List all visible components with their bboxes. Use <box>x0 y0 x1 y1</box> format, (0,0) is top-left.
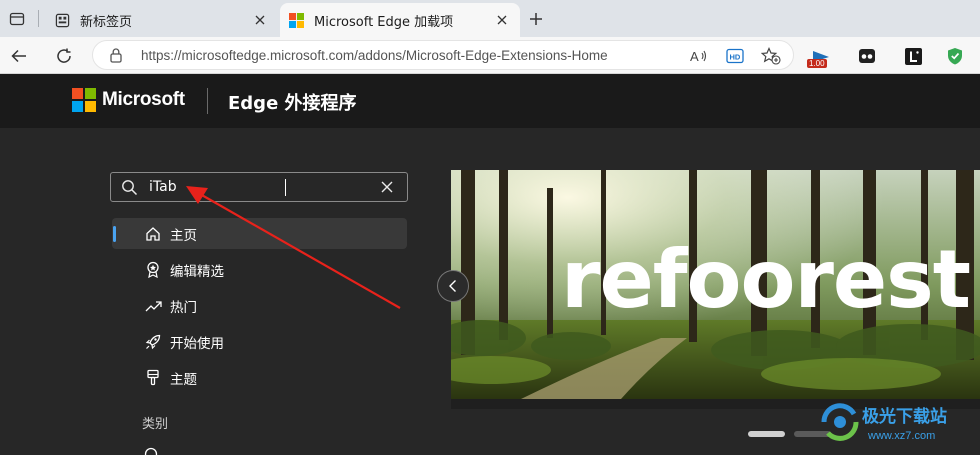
letter-l-extension-icon <box>904 47 922 65</box>
sidebar-item-partial[interactable] <box>144 446 274 455</box>
sidebar-item-getting-started[interactable]: 开始使用 <box>112 326 407 357</box>
sidebar-item-home[interactable]: 主页 <box>112 218 407 249</box>
sidebar-item-editors-picks[interactable]: 编辑精选 <box>112 254 407 285</box>
site-title[interactable]: Edge 外接程序 <box>228 89 357 115</box>
tab-label: Microsoft Edge 加载项 <box>314 14 454 30</box>
header-divider <box>207 88 208 114</box>
main-content: 主页 编辑精选 热门 开始使用 主题 类别 <box>0 128 980 455</box>
svg-text:A: A <box>690 49 699 64</box>
tab-label: 新标签页 <box>80 14 133 30</box>
categories-heading: 类别 <box>142 417 169 432</box>
sidebar-item-label: 热门 <box>170 299 197 316</box>
tab-separator <box>38 10 39 27</box>
back-arrow-icon <box>11 49 26 63</box>
carousel-dot-active[interactable] <box>748 431 785 437</box>
tab-edge-addons[interactable]: Microsoft Edge 加载项 <box>280 3 520 37</box>
text-caret <box>285 179 286 196</box>
tab-actions-button[interactable] <box>6 8 28 30</box>
site-header: Microsoft Edge 外接程序 <box>0 74 980 128</box>
new-tab-page-icon <box>54 12 70 28</box>
hd-video-icon[interactable]: HD <box>725 46 745 66</box>
sidebar-item-themes[interactable]: 主题 <box>112 362 407 393</box>
extension-shield-button[interactable] <box>944 45 966 67</box>
logo-square <box>72 88 83 99</box>
add-favorite-icon[interactable] <box>761 46 781 66</box>
extension-speed-button[interactable]: 1.00 <box>807 45 832 68</box>
watermark: 极光下载站 www.xz7.com <box>818 400 978 452</box>
search-box[interactable] <box>110 172 408 202</box>
sidebar-item-label: 主页 <box>170 227 197 244</box>
address-bar[interactable]: https://microsoftedge.microsoft.com/addo… <box>92 40 794 70</box>
brand-name[interactable]: Microsoft <box>102 89 185 111</box>
search-icon <box>122 180 138 196</box>
search-input[interactable] <box>149 177 369 197</box>
microsoft-logo-icon <box>288 12 304 28</box>
refresh-button[interactable] <box>51 43 77 69</box>
back-button[interactable] <box>6 43 32 69</box>
logo-square <box>72 101 83 112</box>
logo-square <box>85 88 96 99</box>
close-tab-icon[interactable] <box>492 10 512 30</box>
navigation-bar: https://microsoftedge.microsoft.com/addo… <box>0 37 980 74</box>
category-icon <box>144 447 158 455</box>
lock-icon[interactable] <box>109 47 123 63</box>
read-aloud-icon[interactable]: A <box>689 46 709 66</box>
home-icon <box>144 225 162 243</box>
microsoft-logo[interactable] <box>72 88 96 112</box>
extension-badge: 1.00 <box>807 59 827 68</box>
tab-new-tab-page[interactable]: 新标签页 <box>46 3 278 37</box>
tab-actions-icon <box>9 12 25 26</box>
tab-strip: 新标签页 Microsoft Edge 加载项 <box>0 0 980 37</box>
url-text[interactable]: https://microsoftedge.microsoft.com/addo… <box>141 48 608 63</box>
new-tab-button[interactable] <box>526 9 546 29</box>
extension-dark-button[interactable] <box>856 45 878 67</box>
glasses-extension-icon <box>859 49 875 63</box>
award-badge-icon <box>144 261 162 279</box>
watermark-name: 极光下载站 <box>862 407 947 427</box>
refresh-icon <box>57 48 71 63</box>
rocket-icon <box>144 333 162 351</box>
close-tab-icon[interactable] <box>250 10 270 30</box>
forest-banner-image: refoorest <box>451 170 980 399</box>
paintbrush-icon <box>144 369 162 387</box>
trending-icon <box>144 297 162 315</box>
sidebar-item-label: 开始使用 <box>170 335 224 352</box>
sidebar-item-label: 主题 <box>170 371 197 388</box>
svg-text:HD: HD <box>730 53 741 62</box>
banner-headline: refoorest <box>561 233 970 326</box>
extension-l-button[interactable] <box>902 45 924 67</box>
plus-icon <box>530 13 542 25</box>
watermark-logo-icon <box>821 403 859 441</box>
chevron-left-icon <box>449 280 456 292</box>
clear-search-icon[interactable] <box>379 179 395 195</box>
logo-square <box>85 101 96 112</box>
sidebar-item-label: 编辑精选 <box>170 263 224 280</box>
sidebar-item-trending[interactable]: 热门 <box>112 290 407 321</box>
carousel-prev-button[interactable] <box>437 270 469 302</box>
shield-check-icon <box>948 48 962 65</box>
watermark-url: www.xz7.com <box>868 430 936 442</box>
featured-banner[interactable]: refoorest <box>451 170 980 399</box>
